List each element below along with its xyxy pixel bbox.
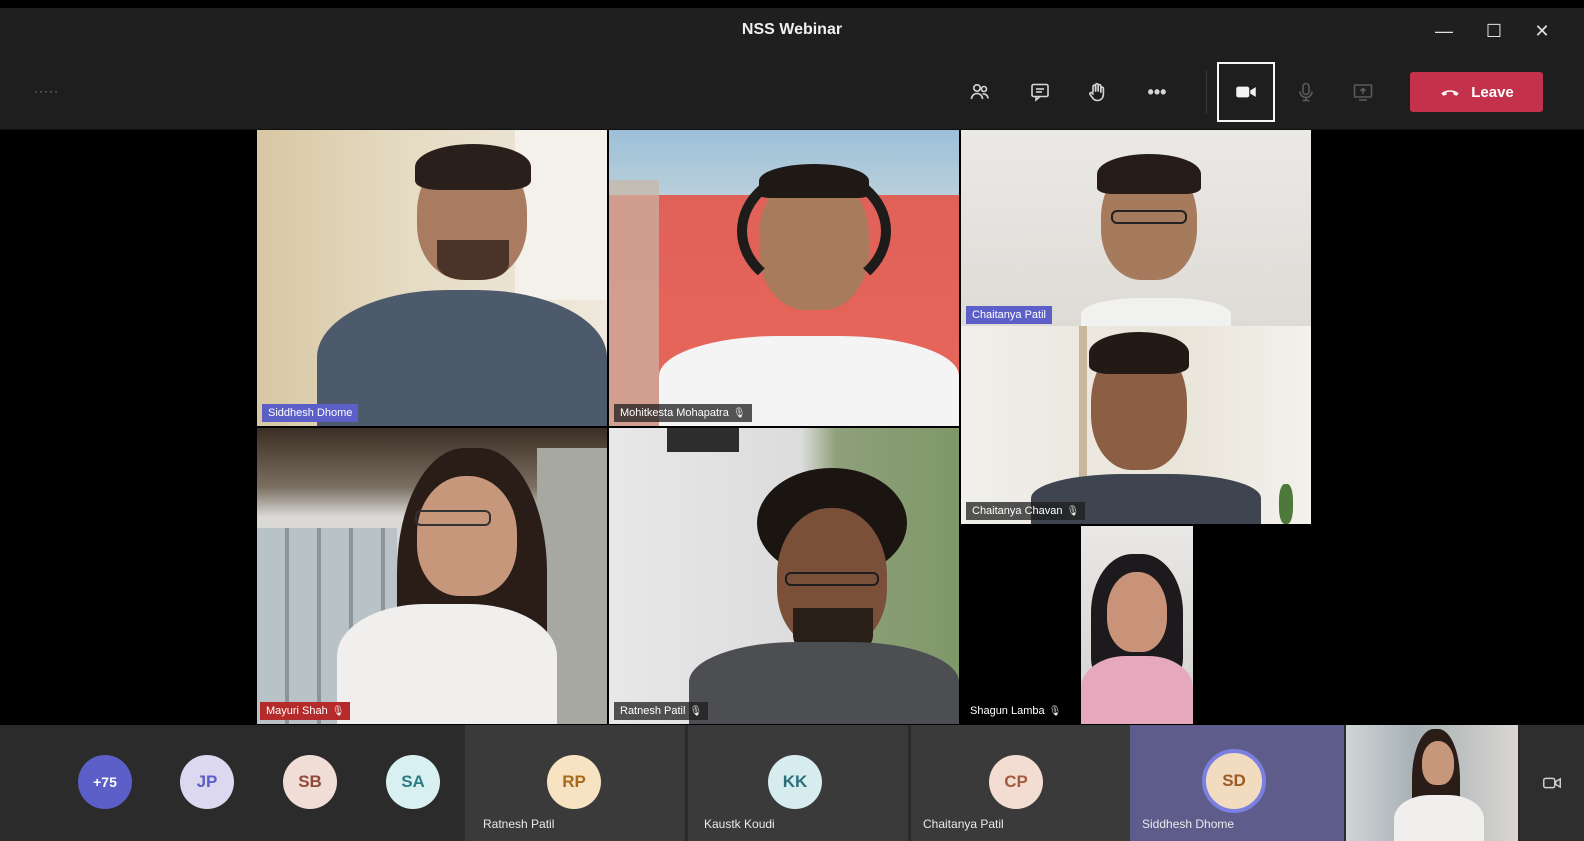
participant-video xyxy=(1081,526,1193,724)
chat-icon xyxy=(1031,83,1049,102)
participant-name: Mohitkesta Mohapatra xyxy=(620,407,729,419)
participant-name: Chaitanya Chavan xyxy=(972,505,1063,517)
participant-strip: +75 JP SB SA RP Ratnesh Patil KK Kaustk … xyxy=(0,725,1584,841)
participant-name-tag: Chaitanya Patil xyxy=(966,306,1052,324)
leave-label: Leave xyxy=(1471,83,1514,101)
leave-button[interactable]: Leave xyxy=(1410,72,1543,112)
raise-hand-button[interactable] xyxy=(1077,72,1117,112)
more-options-button[interactable]: ••• xyxy=(1137,72,1177,112)
participant-name: Chaitanya Patil xyxy=(923,817,1004,831)
participant-name-tag: Mohitkesta Mohapatra 🎙 xyxy=(614,404,752,422)
mic-muted-icon: 🎙 xyxy=(732,407,746,419)
camera-icon xyxy=(1236,86,1256,98)
participant-tile[interactable]: RP Ratnesh Patil xyxy=(465,725,685,841)
people-icon xyxy=(970,84,989,100)
participant-name: Mayuri Shah xyxy=(266,705,328,717)
participant-name-tag: Shagun Lamba 🎙 xyxy=(964,702,1067,720)
participant-avatar: KK xyxy=(768,755,822,809)
video-tile[interactable]: Mayuri Shah 🎙 xyxy=(257,428,607,724)
video-tile[interactable]: Chaitanya Chavan 🎙 xyxy=(961,326,1311,524)
meeting-timer: ····· xyxy=(34,84,59,98)
close-button[interactable]: ✕ xyxy=(1522,16,1562,46)
self-view-camera-toggle[interactable] xyxy=(1520,725,1584,841)
participant-avatar: CP xyxy=(989,755,1043,809)
participant-name-tag: Chaitanya Chavan 🎙 xyxy=(966,502,1086,520)
participant-avatar: SD xyxy=(1202,749,1266,813)
video-tile[interactable]: Chaitanya Patil xyxy=(961,130,1311,326)
participant-tile[interactable]: SD Siddhesh Dhome xyxy=(1130,725,1344,841)
participant-video xyxy=(257,130,607,426)
participant-avatar[interactable]: SB xyxy=(283,755,337,809)
participant-name: Shagun Lamba xyxy=(970,705,1045,717)
participant-avatar[interactable]: JP xyxy=(180,755,234,809)
hang-up-icon xyxy=(1441,90,1459,96)
mic-icon xyxy=(1299,82,1313,102)
participant-name-tag: Mayuri Shah 🎙 xyxy=(260,702,351,720)
participant-tile[interactable]: KK Kaustk Koudi xyxy=(688,725,908,841)
participants-button[interactable] xyxy=(960,72,1000,112)
toolbar-divider xyxy=(1206,70,1207,114)
video-tile[interactable]: Mohitkesta Mohapatra 🎙 xyxy=(609,130,959,426)
window-title: NSS Webinar xyxy=(741,21,843,38)
more-participants-avatar[interactable]: +75 xyxy=(78,755,132,809)
self-view-video[interactable] xyxy=(1346,725,1518,841)
camera-icon xyxy=(1543,777,1561,789)
participant-avatar[interactable]: SA xyxy=(386,755,440,809)
video-tile[interactable]: Ratnesh Patil 🎙 xyxy=(609,428,959,724)
video-tile[interactable]: Shagun Lamba 🎙 xyxy=(961,526,1311,724)
mic-muted-icon: 🎙 xyxy=(1048,705,1062,717)
participant-avatar: RP xyxy=(547,755,601,809)
title-bar: NSS Webinar — ☐ ✕ xyxy=(0,8,1584,54)
share-screen-icon xyxy=(1353,84,1373,101)
meeting-toolbar: ····· ••• Leave xyxy=(0,54,1584,130)
chat-button[interactable] xyxy=(1020,72,1060,112)
participant-video xyxy=(257,428,607,724)
participant-name-tag: Ratnesh Patil 🎙 xyxy=(614,702,709,720)
maximize-button[interactable]: ☐ xyxy=(1474,16,1514,46)
mic-muted-icon: 🎙 xyxy=(1066,505,1080,517)
participant-name: Ratnesh Patil xyxy=(483,817,555,831)
participant-video xyxy=(961,130,1311,326)
teams-meeting-window: NSS Webinar — ☐ ✕ ····· ••• Leave Siddhe… xyxy=(0,0,1584,841)
participant-name: Ratnesh Patil xyxy=(620,705,686,717)
raise-hand-icon xyxy=(1089,82,1105,102)
minimize-button[interactable]: — xyxy=(1424,16,1464,46)
share-screen-button[interactable] xyxy=(1343,72,1383,112)
participant-video xyxy=(609,130,959,426)
participant-name-tag: Siddhesh Dhome xyxy=(262,404,359,422)
participant-name: Chaitanya Patil xyxy=(972,309,1046,321)
video-tile[interactable]: Siddhesh Dhome xyxy=(257,130,607,426)
participant-name: Kaustk Koudi xyxy=(704,817,775,831)
camera-button[interactable] xyxy=(1217,62,1275,122)
participant-name: Siddhesh Dhome xyxy=(1142,817,1235,831)
participant-tile[interactable]: CP Chaitanya Patil xyxy=(911,725,1131,841)
mic-muted-icon: 🎙 xyxy=(689,705,703,717)
participant-video xyxy=(961,326,1311,524)
participant-name: Siddhesh Dhome xyxy=(268,407,353,419)
participant-video xyxy=(609,428,959,724)
mic-muted-icon: 🎙 xyxy=(331,705,345,717)
mic-button[interactable] xyxy=(1286,72,1326,112)
